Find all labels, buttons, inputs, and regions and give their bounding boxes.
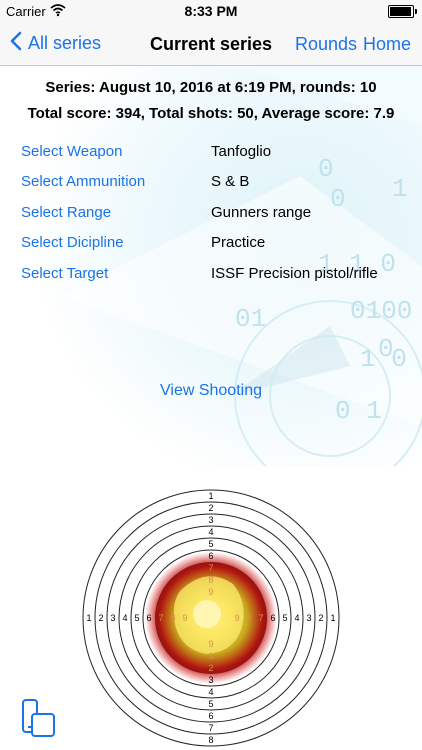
bg-glyph: 0 1 [335,396,382,426]
ammunition-value: S & B [211,173,250,190]
ring-label: 7 [208,563,213,573]
detail-row-discipline: Select Dicipline Practice [0,234,422,258]
ring-label: 7 [158,613,163,623]
bg-glyph: 01 [235,304,266,334]
discipline-value: Practice [211,234,266,251]
select-weapon-button[interactable]: Select Weapon [21,143,122,160]
score-summary: Total score: 394, Total shots: 50, Avera… [27,105,395,122]
ring-label: 5 [134,613,139,623]
target-value: ISSF Precision pistol/rifle [211,265,378,282]
ring-label: 4 [208,687,213,697]
ring-label: 6 [208,551,213,561]
detail-row-ammunition: Select Ammunition S & B [0,173,422,197]
ring-label: 9 [208,587,213,597]
ring-label: 9 [234,613,239,623]
battery-icon [388,5,417,18]
ring-label: 4 [122,613,127,623]
weapon-value: Tanfoglio [211,143,272,160]
detail-row-weapon: Select Weapon Tanfoglio [0,143,422,167]
ring-label: 8 [208,735,213,745]
target-icon: 1 2 3 4 5 6 3 4 5 6 7 8 1 2 3 4 5 6 6 5 [82,489,340,747]
ring-label: 2 [98,613,103,623]
detail-row-target: Select Target ISSF Precision pistol/rifl… [0,265,422,289]
range-value: Gunners range [211,204,312,221]
status-bar: Carrier 8:33 PM [0,0,422,22]
bg-glyph: 0100 [350,296,412,326]
ring-label: 1 [86,613,91,623]
device-switch-icon[interactable] [20,698,56,743]
content-area: 0 1 0 1 1 0 01 0100 0 1 0 0 1 Series: Au… [0,66,422,750]
ring-label: 7 [258,613,263,623]
ring-label: 2 [208,663,213,673]
home-button[interactable]: Home [363,34,411,55]
ring-label: 8 [170,613,175,623]
ring-label: 8 [208,575,213,585]
back-button[interactable]: All series [10,31,101,56]
ring-label: 6 [208,711,213,721]
ring-label: 4 [294,613,299,623]
ring-label: 6 [146,613,151,623]
chevron-left-icon [10,31,22,56]
ring-label: 5 [208,699,213,709]
ring-label: 5 [208,539,213,549]
ring-label: 9 [182,613,187,623]
ring-label: 6 [270,613,275,623]
ring-label: 3 [208,515,213,525]
clock: 8:33 PM [184,3,238,19]
ring-label: 1 [330,613,335,623]
select-target-button[interactable]: Select Target [21,265,108,282]
ring-label: 3 [208,675,213,685]
select-discipline-button[interactable]: Select Dicipline [21,234,124,251]
ring-label: 4 [208,527,213,537]
navigation-bar: All series Current series Rounds Home [0,22,422,66]
ring-label: 5 [282,613,287,623]
rounds-button[interactable]: Rounds [295,34,357,55]
view-shooting-button[interactable]: View Shooting [0,382,422,400]
select-ammunition-button[interactable]: Select Ammunition [21,173,145,190]
ring-label: 8 [246,613,251,623]
bg-glyph: 1 0 [360,344,407,374]
ring-label: 7 [208,723,213,733]
ring-label: 2 [318,613,323,623]
ring-label: 2 [208,503,213,513]
ring-label: 3 [306,613,311,623]
select-range-button[interactable]: Select Range [21,204,111,221]
ring-label: 9 [208,639,213,649]
ring-label: 1 [208,491,213,501]
series-info: Series: August 10, 2016 at 6:19 PM, roun… [45,79,377,96]
back-button-label: All series [28,33,102,53]
detail-row-range: Select Range Gunners range [0,204,422,228]
ring-label: 1 [208,651,213,661]
ring-label: 3 [110,613,115,623]
